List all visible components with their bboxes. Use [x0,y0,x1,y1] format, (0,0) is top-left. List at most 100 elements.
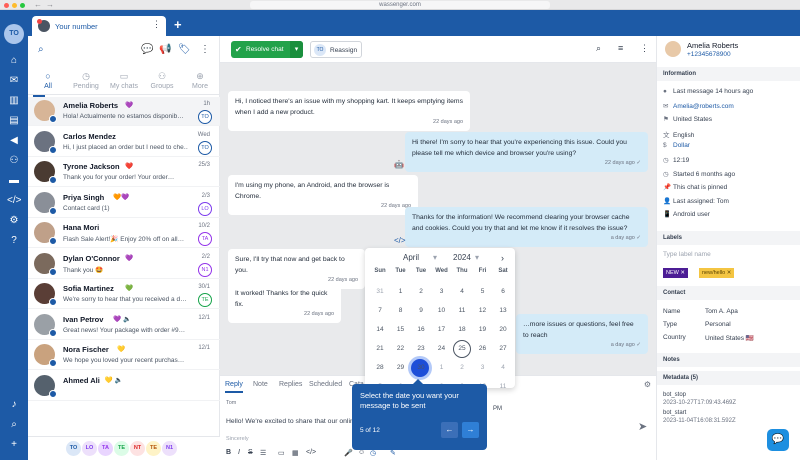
day-cell[interactable]: 8 [391,304,411,318]
day-cell[interactable]: 10 [432,304,452,318]
day-cell[interactable]: 2 [452,361,472,375]
composer-tab-1[interactable]: Note [253,381,268,388]
agent-avatar[interactable]: NT [130,441,145,456]
day-cell[interactable]: 31 [370,285,390,299]
chat-list-item[interactable]: Sofia Martinez 💚 We're sorry to hear that … [28,280,220,309]
day-cell[interactable]: 29 [391,361,411,375]
support-chat-icon[interactable]: 💬 [767,429,789,451]
campaigns-icon[interactable]: ◀ [7,134,21,148]
day-cell[interactable]: 7 [370,304,390,318]
day-cell[interactable]: 4 [452,285,472,299]
files-icon[interactable]: ▬ [7,174,21,188]
day-cell[interactable]: 23 [411,342,431,356]
filter-tab-4[interactable]: ⊕ More [181,70,219,90]
label-chip[interactable]: new/hello ✕ [699,268,735,278]
chat-list-item[interactable]: Ivan Petrov 💜 🔈 Great news! Your package w… [28,311,220,340]
day-cell[interactable]: 5 [473,285,493,299]
agent-avatar[interactable]: TE [114,441,129,456]
composer-tab-2[interactable]: Replies [279,381,302,388]
composer-tab-3[interactable]: Scheduled [309,381,342,388]
settings-icon[interactable]: ⚙ [7,214,21,228]
day-cell[interactable]: 16 [411,323,431,337]
add-tab-button[interactable]: + [174,17,182,32]
attach-icon[interactable]: ▭ [278,449,285,457]
user-avatar[interactable]: TO [4,24,24,44]
day-cell[interactable]: 24 [432,342,452,356]
forward-icon[interactable]: → [46,0,54,10]
italic-icon[interactable]: I [238,449,240,456]
label-chip[interactable]: NEW ✕ [663,268,688,278]
close-window-dot[interactable] [4,3,9,8]
filter-tab-0[interactable]: ○ All [29,70,67,97]
month-chevron-icon[interactable]: ▾ [433,253,437,262]
day-cell[interactable]: 20 [493,323,513,337]
filter-tab-3[interactable]: ⚇ Groups [143,70,181,90]
tag-icon[interactable]: 🏷 [178,44,191,55]
bubble-icon[interactable]: 💬 [141,44,153,55]
team-icon[interactable]: ⚇ [7,154,21,168]
back-icon[interactable]: ← [34,0,42,10]
bold-icon[interactable]: B [226,449,231,456]
template-icon[interactable]: ▦ [292,449,299,457]
day-cell[interactable]: 17 [432,323,452,337]
day-cell[interactable]: 22 [391,342,411,356]
info-row[interactable]: $ Dollar [663,142,690,149]
day-cell[interactable]: 14 [370,323,390,337]
chat-list-item[interactable]: Dylan O'Connor 💜 Thank you 🤩 2/2 N1 [28,250,220,279]
day-cell[interactable]: 3 [432,285,452,299]
day-cell[interactable]: 12 [473,304,493,318]
day-cell[interactable]: 9 [411,304,431,318]
search-messages-icon[interactable]: ⌕ [596,43,601,54]
menu-icon[interactable]: ≡ [618,43,623,53]
day-cell[interactable]: 4 [493,361,513,375]
pm-toggle[interactable]: PM [493,406,502,412]
code-block-icon[interactable]: </> [306,449,316,456]
day-cell[interactable]: 11 [493,380,513,394]
filter-tab-2[interactable]: ▭ My chats [105,70,143,90]
label-input[interactable]: Type label name [663,251,711,258]
day-cell[interactable]: 1 [432,361,452,375]
developer-icon[interactable]: </> [7,194,21,208]
chat-list-item[interactable]: Hana Mori Flash Sale Alert!🎉 Enjoy 20% of… [28,219,220,248]
reassign-button[interactable]: TO Reassign [310,41,362,58]
megaphone-icon[interactable]: 📢 [159,44,171,55]
chat-list-item[interactable]: Priya Singh 🧡💜 Contact card (1) 2/3 LO [28,189,220,218]
analytics-icon[interactable]: ▥ [7,94,21,108]
agent-avatar[interactable]: TE [146,441,161,456]
day-cell[interactable]: 18 [452,323,472,337]
maximize-window-dot[interactable] [20,3,25,8]
strikethrough-icon[interactable]: S [248,449,253,456]
add-icon[interactable]: + [7,438,21,452]
more-options-icon[interactable]: ⋮ [640,43,649,54]
day-cell[interactable]: 27 [493,342,513,356]
search-icon[interactable]: ⌕ [38,44,44,55]
day-cell[interactable]: 30 [411,361,431,375]
day-cell[interactable]: 28 [370,361,390,375]
microphone-icon[interactable]: 🎤 [344,449,353,457]
day-cell[interactable]: 1 [391,285,411,299]
composer-settings-icon[interactable]: ⚙ [644,380,651,389]
contacts-icon[interactable]: ▤ [7,114,21,128]
composer-tab-0[interactable]: Reply [225,381,243,393]
filter-tab-1[interactable]: ◷ Pending [67,70,105,90]
list-icon[interactable]: ☰ [260,449,266,457]
emoji-icon[interactable]: ☺ [358,449,365,456]
chat-list-item[interactable]: Ahmed Ali 💛 🔈 [28,372,220,401]
agent-avatar[interactable]: LO [82,441,97,456]
day-cell[interactable]: 25 [452,342,472,356]
search-icon[interactable]: ⌕ [7,418,21,432]
minimize-window-dot[interactable] [12,3,17,8]
next-month-icon[interactable]: › [501,253,504,263]
address-bar[interactable]: wassenger.com [250,1,550,9]
year-select[interactable]: 2024 [453,253,471,262]
notifications-icon[interactable]: ♪ [7,398,21,412]
schedule-icon[interactable]: ◷ [370,449,376,457]
send-icon[interactable]: ➤ [638,420,647,433]
tooltip-next-button[interactable]: → [462,422,479,438]
chat-list-item[interactable]: Carlos Mendez Hi, I just placed an order … [28,128,220,157]
remove-label-icon[interactable]: ✕ [725,270,732,276]
resolve-dropdown-icon[interactable]: ▾ [290,41,303,58]
home-icon[interactable]: ⌂ [7,54,21,68]
ai-icon[interactable]: ✎ [390,449,396,457]
tab-your-number[interactable]: Your number ⋮ [32,16,166,36]
